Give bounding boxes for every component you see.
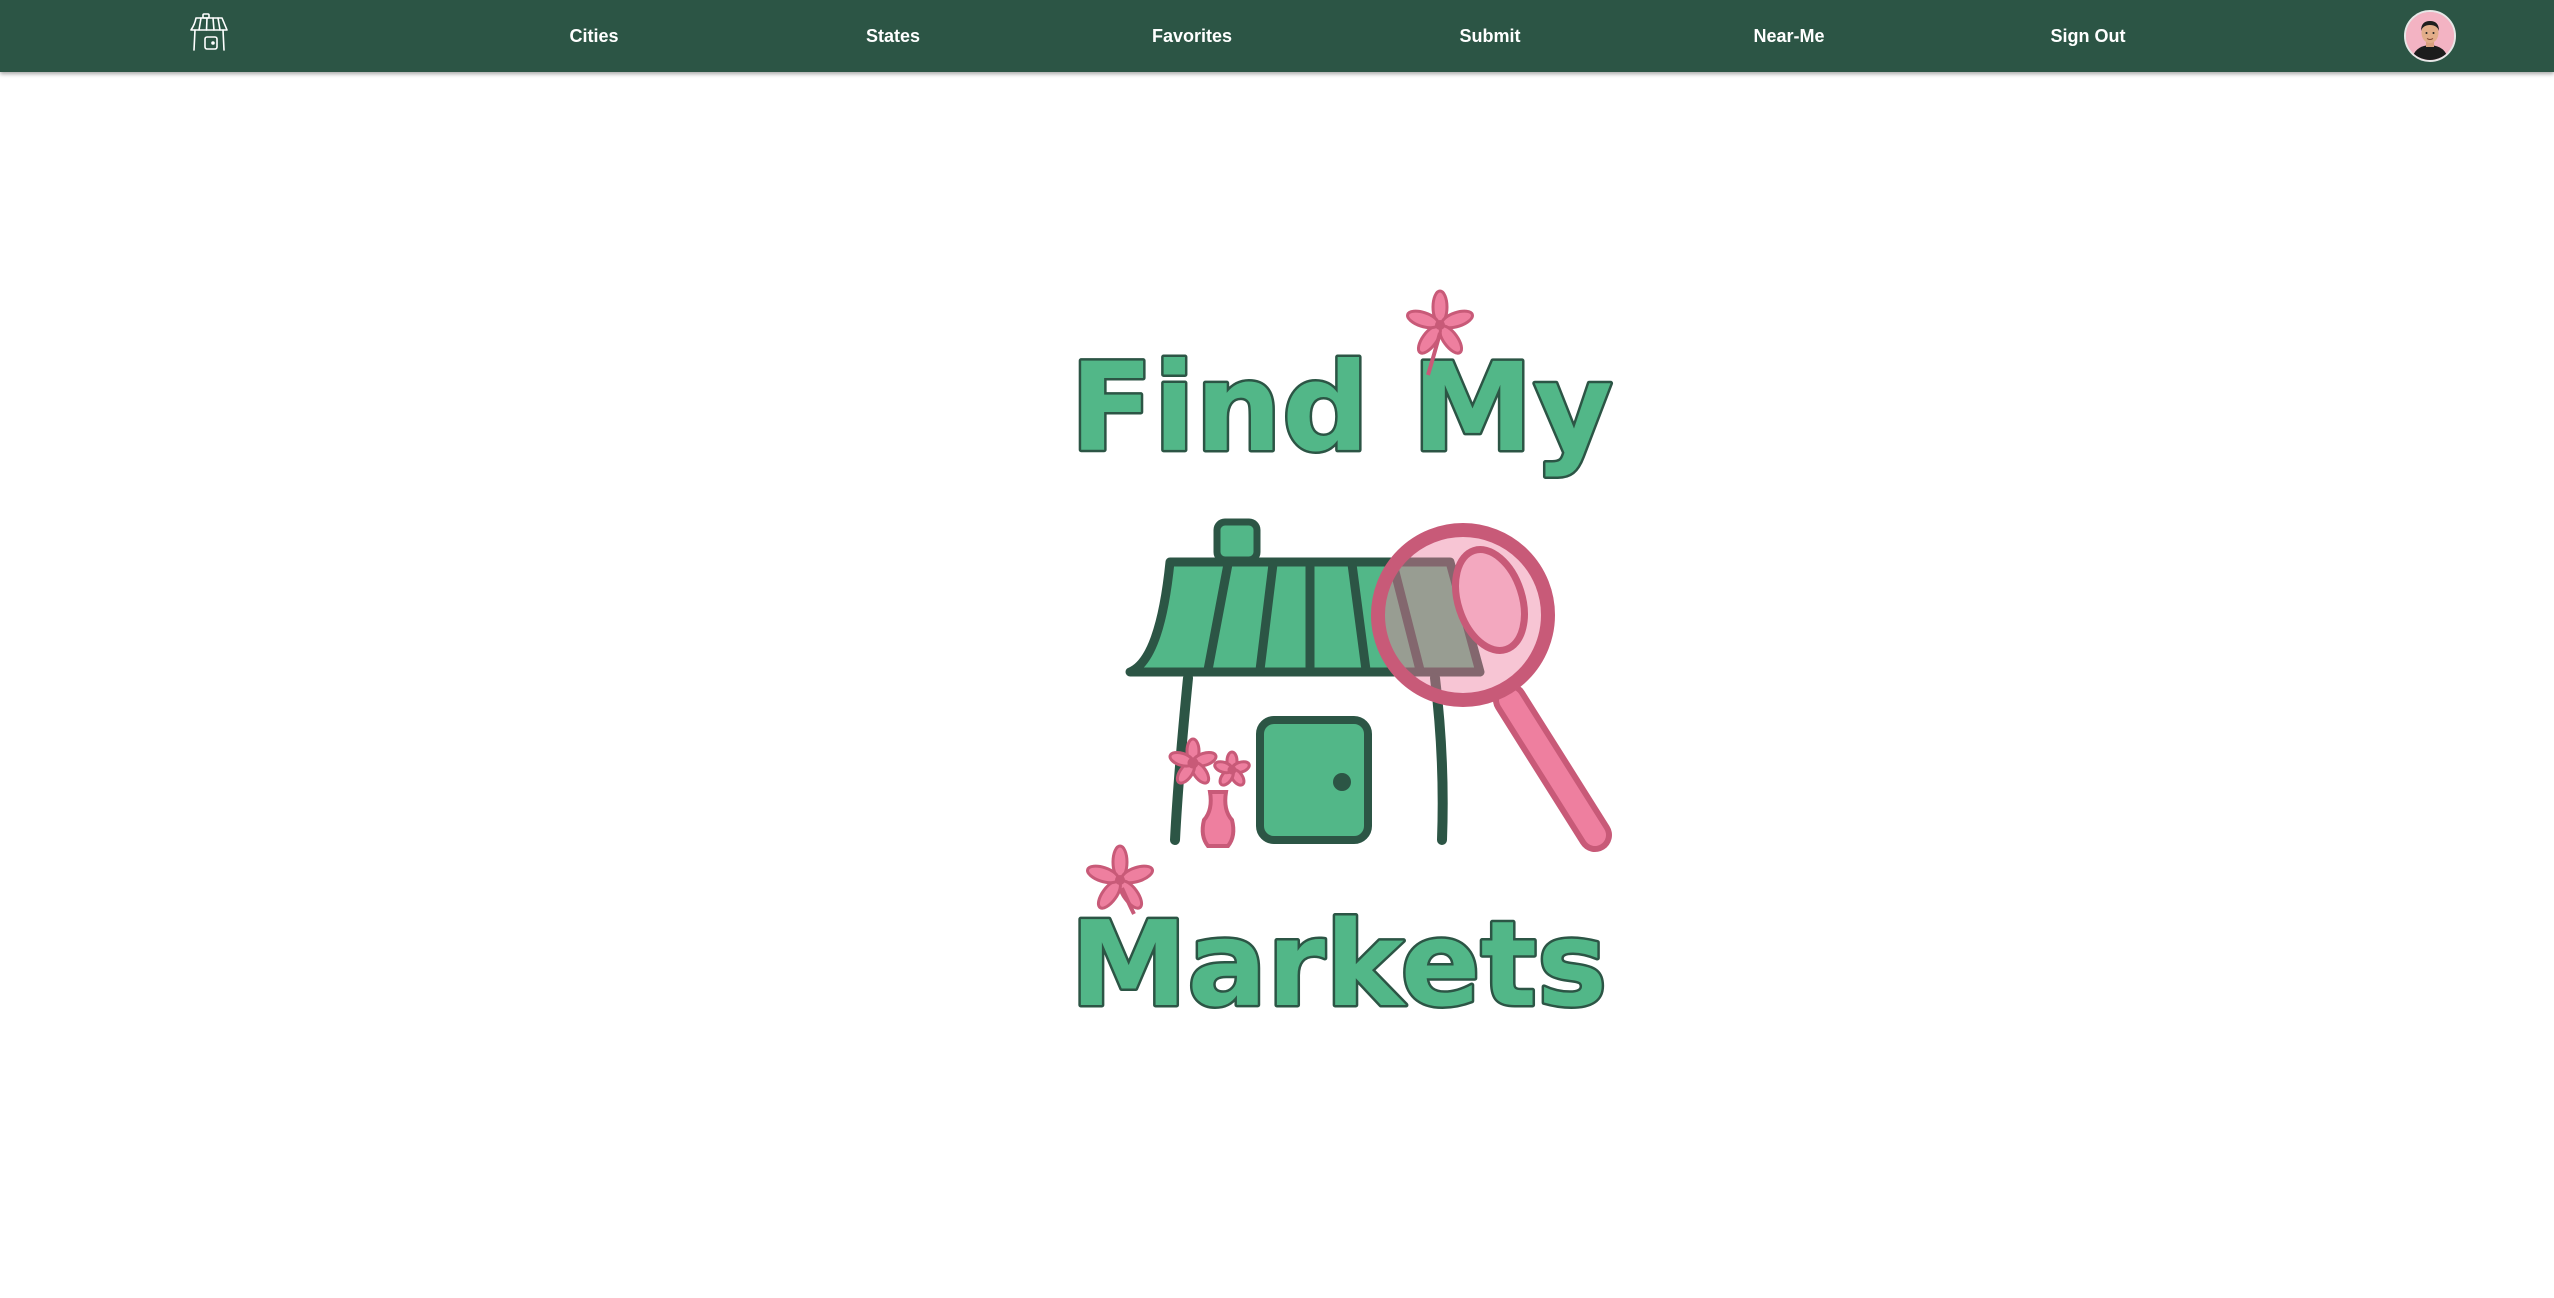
market-stall-with-magnifier-illustration	[1125, 518, 1612, 852]
nav-link-submit[interactable]: Submit	[1460, 0, 1521, 72]
top-navbar: Cities States Favorites Submit Near-Me S…	[0, 0, 2554, 72]
nav-link-states[interactable]: States	[866, 0, 920, 72]
find-my-markets-logo: Find My Markets	[1060, 280, 1640, 1036]
nav-link-favorites[interactable]: Favorites	[1152, 0, 1232, 72]
user-avatar-icon[interactable]	[2404, 10, 2456, 62]
logo-title-line1: Find My	[1070, 337, 1613, 479]
nav-link-near-me[interactable]: Near-Me	[1753, 0, 1824, 72]
nav-link-sign-out[interactable]: Sign Out	[2051, 0, 2126, 72]
market-stall-icon[interactable]	[186, 10, 232, 56]
logo-title-line2: Markets	[1070, 895, 1607, 1020]
nav-link-cities[interactable]: Cities	[569, 0, 618, 72]
